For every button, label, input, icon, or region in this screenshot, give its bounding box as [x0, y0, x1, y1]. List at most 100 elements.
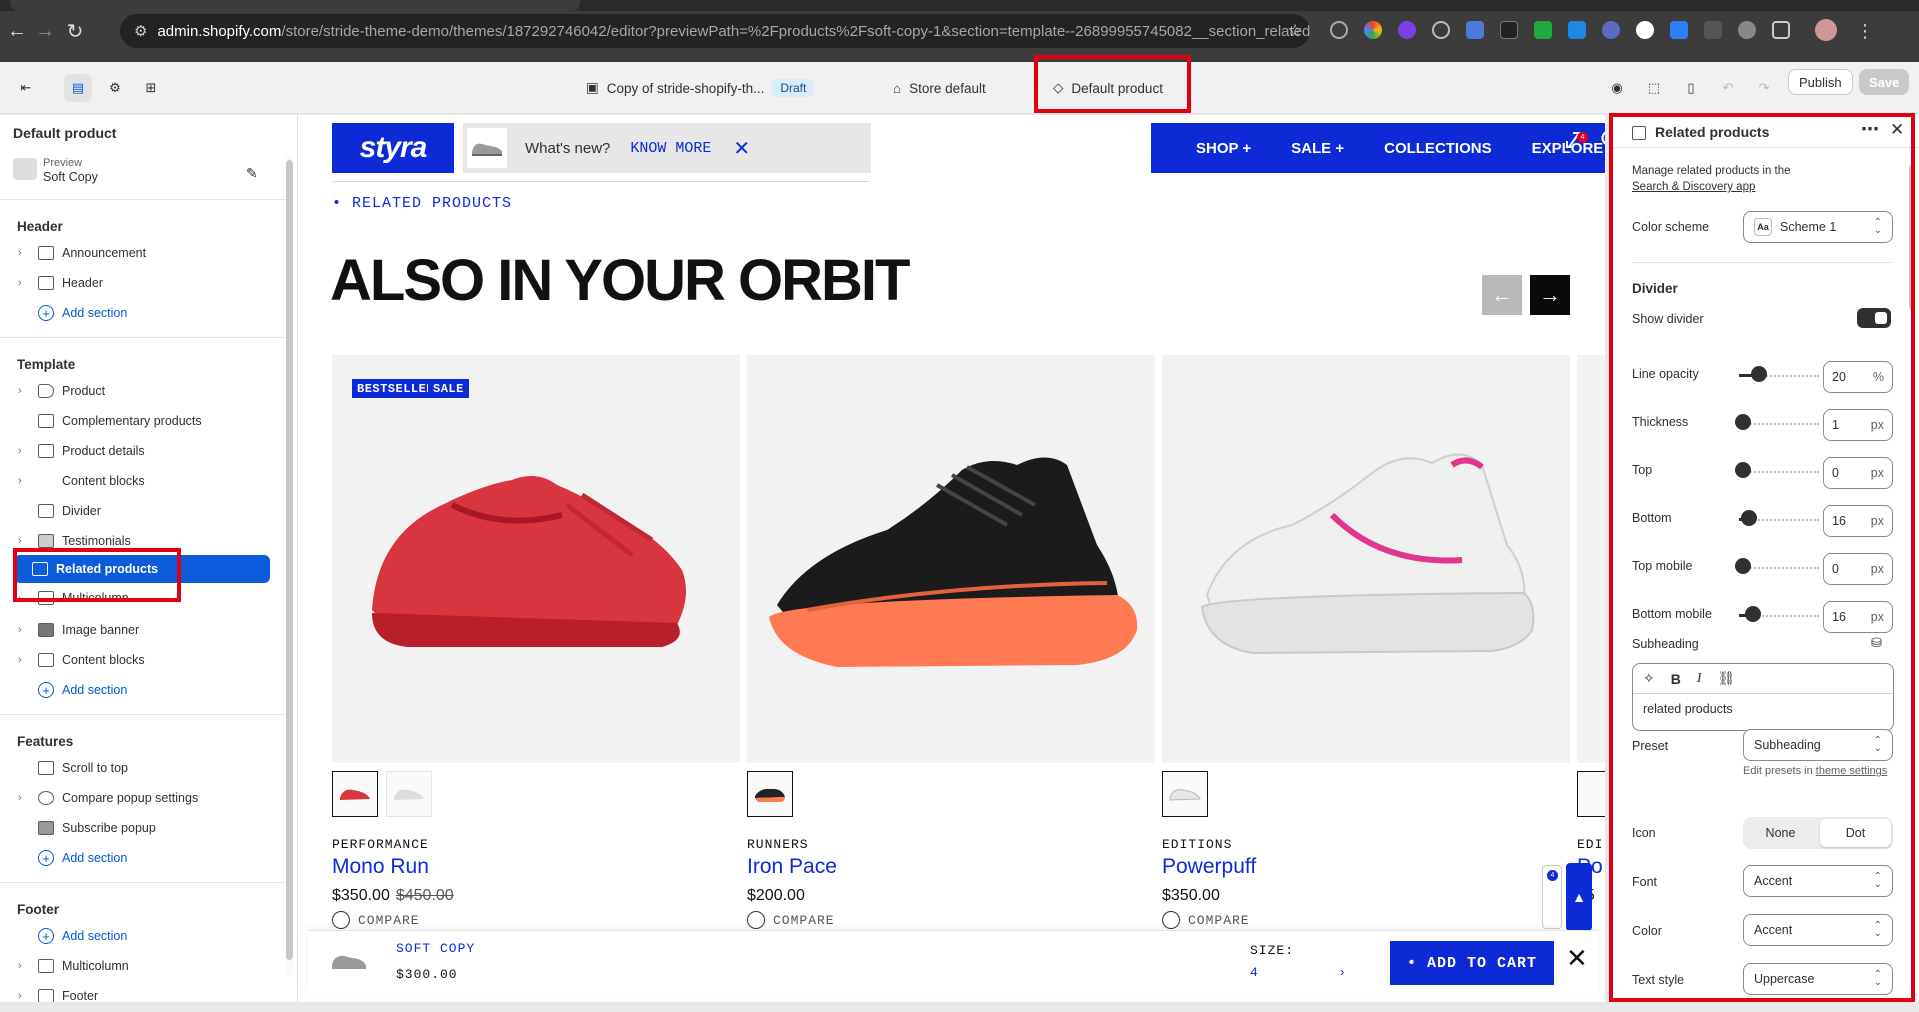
app-embeds-icon[interactable]: ⊞: [137, 74, 165, 102]
theme-settings-gear-icon[interactable]: ⚙: [101, 74, 129, 102]
color-swatch-white[interactable]: [1162, 771, 1208, 817]
extension-icon[interactable]: [1670, 21, 1688, 39]
add-to-cart-button[interactable]: • ADD TO CART: [1390, 941, 1554, 985]
save-button[interactable]: Save: [1859, 69, 1910, 95]
undo-icon[interactable]: ↶: [1714, 74, 1742, 102]
product-image[interactable]: [1577, 355, 1605, 763]
add-section-features[interactable]: + Add section: [0, 844, 270, 872]
section-compare-popup-settings[interactable]: › Compare popup settings: [0, 784, 270, 812]
product-name[interactable]: Powerpuff: [1162, 855, 1256, 879]
scrollbar-thumb[interactable]: [286, 160, 293, 960]
section-scroll-to-top[interactable]: Scroll to top: [0, 754, 270, 782]
close-icon[interactable]: ✕: [733, 136, 750, 161]
compare-checkbox[interactable]: COMPARE: [332, 911, 420, 929]
close-icon[interactable]: ✕: [1566, 943, 1588, 974]
extension-icon[interactable]: [1364, 21, 1382, 39]
chevron-right-icon[interactable]: ›: [18, 535, 34, 547]
section-product[interactable]: › Product: [0, 377, 270, 405]
extension-icon[interactable]: [1704, 21, 1722, 39]
carousel-next-button[interactable]: →: [1530, 275, 1570, 315]
section-product-details[interactable]: › Product details: [0, 437, 270, 465]
left-scrollbar[interactable]: [286, 155, 293, 975]
exit-icon[interactable]: ⇤: [12, 74, 40, 102]
section-footer[interactable]: › Footer: [0, 982, 270, 1002]
extension-icon[interactable]: [1738, 21, 1756, 39]
color-swatch-white[interactable]: [386, 771, 432, 817]
color-swatch[interactable]: [1577, 771, 1605, 817]
chevron-right-icon[interactable]: ›: [18, 960, 34, 972]
redo-icon[interactable]: ↷: [1750, 74, 1778, 102]
publish-button[interactable]: Publish: [1788, 69, 1853, 95]
know-more-link[interactable]: KNOW MORE: [630, 140, 711, 157]
chevron-right-icon[interactable]: ›: [18, 624, 34, 636]
color-swatch-red[interactable]: [332, 771, 378, 817]
extensions-puzzle-icon[interactable]: [1772, 21, 1790, 39]
extension-icon[interactable]: [1636, 21, 1654, 39]
address-bar[interactable]: ⚙ admin.shopify.com/store/stride-theme-d…: [120, 14, 1310, 48]
profile-avatar[interactable]: [1815, 19, 1837, 41]
floating-compare-button[interactable]: 4: [1542, 865, 1562, 929]
extension-icon[interactable]: [1398, 21, 1416, 39]
product-name[interactable]: Iron Pace: [747, 855, 837, 879]
reload-icon[interactable]: ↻: [60, 16, 90, 46]
site-info-icon[interactable]: ⚙: [134, 22, 147, 40]
extension-icon[interactable]: [1466, 21, 1484, 39]
chevron-right-icon[interactable]: ›: [18, 990, 34, 1002]
scroll-to-top-button[interactable]: ▲: [1566, 863, 1592, 931]
browser-active-tab[interactable]: [10, 0, 580, 11]
chevron-right-icon[interactable]: ›: [18, 247, 34, 259]
browser-menu-icon[interactable]: ⋮: [1850, 16, 1880, 46]
extension-icon[interactable]: [1568, 21, 1586, 39]
forward-icon[interactable]: →: [30, 16, 60, 46]
product-image[interactable]: [747, 355, 1155, 763]
compare-checkbox[interactable]: COMPARE: [747, 911, 835, 929]
bookmark-star-icon[interactable]: ☆: [1280, 16, 1310, 46]
nav-collections[interactable]: COLLECTIONS: [1384, 140, 1492, 157]
radio-circle-icon[interactable]: [1162, 911, 1180, 929]
inspector-icon[interactable]: ◉: [1603, 74, 1631, 102]
section-divider[interactable]: Divider: [0, 497, 270, 525]
radio-circle-icon[interactable]: [332, 911, 350, 929]
section-content-blocks-2[interactable]: › Content blocks: [0, 646, 270, 674]
section-footer-multicolumn[interactable]: › Multicolumn: [0, 952, 270, 980]
section-subscribe-popup[interactable]: Subscribe popup: [0, 814, 270, 842]
extension-icon[interactable]: [1432, 21, 1450, 39]
edit-pencil-icon[interactable]: ✎: [246, 165, 258, 182]
store-selector[interactable]: ⌂ Store default: [893, 76, 986, 100]
extension-icon[interactable]: [1500, 21, 1518, 39]
radio-circle-icon[interactable]: [747, 911, 765, 929]
carousel-prev-button[interactable]: ←: [1482, 275, 1522, 315]
section-content-blocks[interactable]: › Content blocks: [0, 467, 270, 495]
color-swatch-black[interactable]: [747, 771, 793, 817]
extension-icon[interactable]: [1330, 21, 1348, 39]
section-complementary-products[interactable]: Complementary products: [0, 407, 270, 435]
section-announcement[interactable]: › Announcement: [0, 239, 270, 267]
size-selector[interactable]: 4 ›: [1250, 965, 1346, 985]
section-header[interactable]: › Header: [0, 269, 270, 297]
nav-shop[interactable]: SHOP +: [1196, 140, 1251, 157]
store-logo[interactable]: styra: [332, 123, 454, 173]
product-name[interactable]: Mono Run: [332, 855, 429, 879]
chevron-right-icon[interactable]: ›: [18, 445, 34, 457]
product-image[interactable]: [332, 355, 740, 763]
chevron-right-icon[interactable]: ›: [18, 654, 34, 666]
chevron-right-icon[interactable]: ›: [18, 385, 34, 397]
search-icon[interactable]: [1600, 129, 1605, 151]
add-section-footer[interactable]: + Add section: [0, 922, 270, 950]
chevron-right-icon[interactable]: ›: [18, 475, 34, 487]
theme-selector[interactable]: ▣ Copy of stride-shopify-th... Draft: [586, 76, 815, 100]
compare-checkbox[interactable]: COMPARE: [1162, 911, 1250, 929]
select-element-icon[interactable]: ⬚: [1640, 74, 1668, 102]
chevron-right-icon[interactable]: ›: [18, 792, 34, 804]
chevron-right-icon[interactable]: ›: [18, 277, 34, 289]
add-section-template[interactable]: + Add section: [0, 676, 270, 704]
back-icon[interactable]: ←: [2, 16, 32, 46]
sections-icon[interactable]: ▤: [64, 74, 92, 102]
device-mobile-icon[interactable]: ▯: [1677, 74, 1705, 102]
product-image[interactable]: [1162, 355, 1570, 763]
section-image-banner[interactable]: › Image banner: [0, 616, 270, 644]
add-section-header[interactable]: + Add section: [0, 299, 270, 327]
nav-sale[interactable]: SALE +: [1291, 140, 1344, 157]
extension-icon[interactable]: [1534, 21, 1552, 39]
extension-icon[interactable]: [1602, 21, 1620, 39]
